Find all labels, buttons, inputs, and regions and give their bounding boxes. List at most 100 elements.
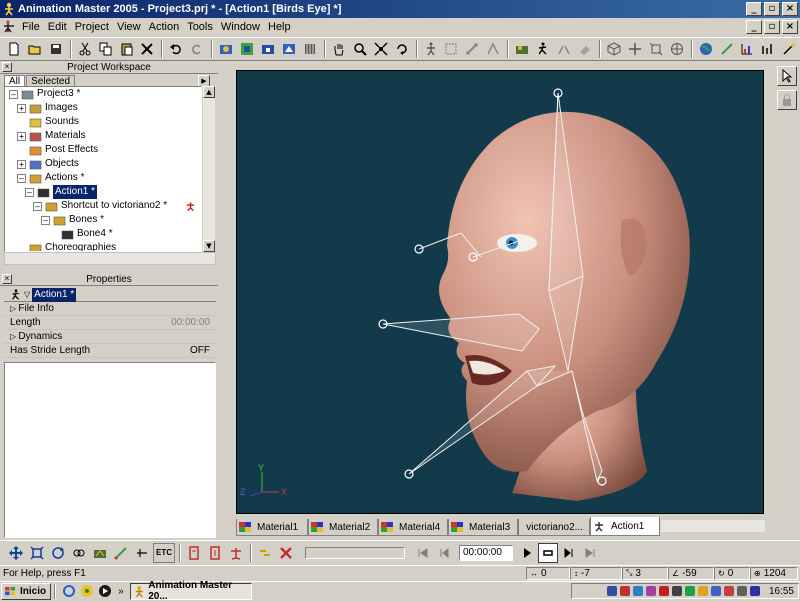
scale-button[interactable] — [646, 39, 666, 59]
spline-mode-button[interactable] — [132, 543, 152, 563]
walk-button[interactable] — [533, 39, 553, 59]
tree-node[interactable]: +Images — [17, 101, 78, 115]
start-button[interactable]: Inicio — [1, 583, 51, 600]
wand-button[interactable] — [779, 39, 799, 59]
tree-scrollbar[interactable]: ▲ ▼ — [202, 86, 215, 252]
etc-button[interactable]: ETC — [153, 543, 175, 563]
render-lock-button[interactable] — [258, 39, 278, 59]
mute-mode-button[interactable] — [69, 543, 89, 563]
scroll-down-button[interactable]: ▼ — [203, 240, 215, 252]
menu-action[interactable]: Action — [145, 18, 184, 36]
frame-slider[interactable] — [305, 547, 405, 559]
tree-expander-icon[interactable]: – — [33, 202, 42, 211]
action-object-button[interactable] — [512, 39, 532, 59]
mail-quicklaunch-icon[interactable] — [80, 584, 94, 598]
document-tabs-scrollbar[interactable] — [660, 519, 766, 533]
tree-expander-icon[interactable]: – — [25, 188, 34, 197]
object-button[interactable] — [604, 39, 624, 59]
link-button[interactable] — [255, 543, 275, 563]
3d-viewport[interactable]: Y X Z — [236, 70, 764, 514]
tree-node[interactable]: Choreographies — [17, 241, 116, 252]
tray-network-icon[interactable] — [633, 586, 643, 596]
lock-button[interactable] — [777, 90, 797, 110]
render-button[interactable] — [216, 39, 236, 59]
property-value[interactable]: 00:00:00 — [171, 316, 210, 329]
stop-button[interactable] — [276, 543, 296, 563]
skeletal-mode-button[interactable] — [421, 39, 441, 59]
mdi-restore-button[interactable]: ▫ — [764, 20, 780, 34]
line-button[interactable] — [717, 39, 737, 59]
tray-messenger-icon[interactable] — [698, 586, 708, 596]
minimize-button[interactable]: _ — [746, 2, 762, 16]
ie-quicklaunch-icon[interactable] — [62, 584, 76, 598]
document-tab[interactable]: victoriano2... — [518, 519, 590, 536]
grid-button[interactable] — [575, 39, 595, 59]
tree-node[interactable]: Post Effects — [17, 143, 98, 157]
scale-mode-button[interactable] — [27, 543, 47, 563]
quicklaunch-more-button[interactable]: » — [118, 586, 124, 597]
chart-button[interactable] — [738, 39, 758, 59]
cut-button[interactable] — [75, 39, 95, 59]
bones-button[interactable] — [462, 39, 482, 59]
tray-chat-icon[interactable] — [646, 586, 656, 596]
select-arrow-button[interactable] — [777, 66, 797, 86]
undo-button[interactable] — [166, 39, 186, 59]
earth-button[interactable] — [696, 39, 716, 59]
render-shaded-button[interactable] — [237, 39, 257, 59]
tree-expander-icon[interactable]: – — [17, 174, 26, 183]
mdi-close-button[interactable]: × — [782, 20, 798, 34]
tree-expander-icon[interactable]: – — [41, 216, 50, 225]
workspace-close-button[interactable]: × — [2, 62, 12, 72]
menu-file[interactable]: File — [18, 18, 44, 36]
tree-expander-icon[interactable]: + — [17, 104, 26, 113]
property-row[interactable]: Length00:00:00 — [4, 316, 216, 330]
tree-node[interactable]: +Objects — [17, 157, 79, 171]
taskbar-app-button[interactable]: Animation Master 20... — [130, 583, 252, 600]
move-button[interactable] — [625, 39, 645, 59]
property-row[interactable]: Has Stride LengthOFF — [4, 344, 216, 358]
paste-button[interactable] — [117, 39, 137, 59]
menu-tools[interactable]: Tools — [183, 18, 217, 36]
tree-node[interactable]: –Project3 * — [9, 87, 80, 101]
menu-edit[interactable]: Edit — [44, 18, 71, 36]
redo-button[interactable] — [187, 39, 207, 59]
tray-monitor-icon[interactable] — [672, 586, 682, 596]
skin-mode-button[interactable] — [90, 543, 110, 563]
key-create-button[interactable] — [205, 543, 225, 563]
play-button[interactable] — [517, 543, 537, 563]
property-row[interactable]: ▷ Dynamics — [4, 330, 216, 344]
tree-node[interactable]: –Actions * — [17, 171, 84, 185]
tree-node[interactable]: Bone4 * — [49, 227, 113, 241]
tree-expander-icon[interactable]: – — [9, 90, 18, 99]
loop-button[interactable] — [538, 543, 558, 563]
prev-frame-button[interactable] — [434, 543, 454, 563]
properties-close-button[interactable]: × — [2, 274, 12, 284]
document-tab[interactable]: Material3 — [448, 519, 518, 536]
document-tab[interactable]: Action1 — [590, 517, 660, 536]
mdi-minimize-button[interactable]: _ — [746, 20, 762, 34]
tray-antivirus-icon[interactable] — [685, 586, 695, 596]
rotate-mode-button[interactable] — [48, 543, 68, 563]
hand-tool-button[interactable] — [329, 39, 349, 59]
menu-view[interactable]: View — [113, 18, 145, 36]
tree-node[interactable]: +Materials — [17, 129, 86, 143]
render-region-button[interactable] — [279, 39, 299, 59]
menu-window[interactable]: Window — [217, 18, 264, 36]
turn-button[interactable] — [392, 39, 412, 59]
document-tab[interactable]: Material4 — [378, 519, 448, 536]
time-field[interactable]: 00:00:00 — [459, 545, 513, 561]
open-button[interactable] — [25, 39, 45, 59]
properties-selected-item[interactable]: Action1 * — [32, 288, 76, 302]
first-frame-button[interactable] — [413, 543, 433, 563]
copy-button[interactable] — [96, 39, 116, 59]
scroll-up-button[interactable]: ▲ — [203, 86, 215, 98]
key-red-button[interactable] — [184, 543, 204, 563]
fit-view-button[interactable] — [371, 39, 391, 59]
tray-connection-icon[interactable] — [737, 586, 747, 596]
path-mode-button[interactable] — [111, 543, 131, 563]
tree-node[interactable]: –Bones * — [41, 213, 104, 227]
media-quicklaunch-icon[interactable] — [98, 584, 112, 598]
force-keyframe-button[interactable] — [226, 543, 246, 563]
film-button[interactable] — [300, 39, 320, 59]
last-frame-button[interactable] — [580, 543, 600, 563]
